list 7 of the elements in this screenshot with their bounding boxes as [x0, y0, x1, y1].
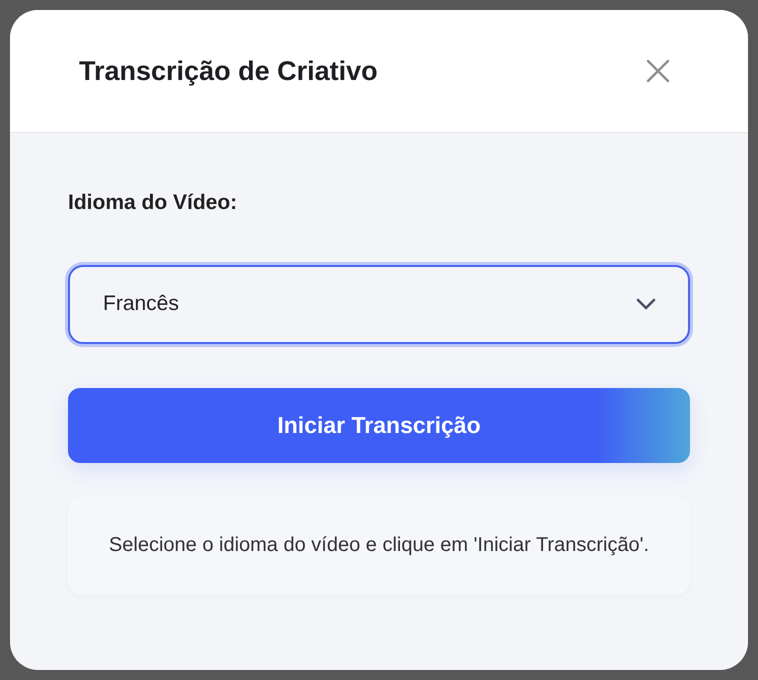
start-transcription-button[interactable]: Iniciar Transcrição — [68, 388, 690, 462]
chevron-down-icon — [636, 298, 656, 310]
close-icon — [646, 59, 670, 83]
language-select[interactable]: Francês — [68, 264, 690, 344]
dialog-title: Transcrição de Criativo — [79, 54, 378, 88]
language-label: Idioma do Vídeo: — [68, 190, 238, 216]
close-button[interactable] — [644, 57, 672, 85]
